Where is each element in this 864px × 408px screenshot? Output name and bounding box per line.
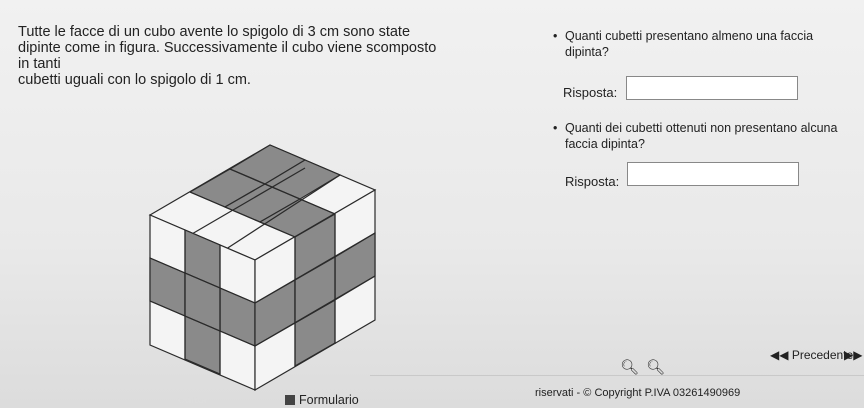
painted-cube-figure: [148, 144, 377, 392]
question-line-4: cubetti uguali con lo spigolo di 1 cm.: [18, 72, 251, 88]
formulario-icon: [285, 395, 295, 405]
question-line-3: in tanti: [18, 56, 61, 72]
question-line-2: dipinte come in figura. Successivamente …: [18, 40, 437, 56]
formulario-link[interactable]: Formulario: [285, 393, 359, 407]
previous-button[interactable]: ◀◀ Precedente: [770, 348, 853, 362]
double-chevron-left-icon: ◀◀: [770, 348, 789, 362]
item-1-answer-label: Risposta:: [563, 85, 618, 100]
item-1-answer-input[interactable]: [626, 76, 798, 100]
question-text: Tutte le facce di un cubo avente lo spig…: [18, 24, 488, 88]
next-button[interactable]: ▶▶: [844, 348, 862, 362]
zoom-out-icon[interactable]: 🔍︎: [620, 358, 639, 376]
bottom-divider: [370, 375, 864, 376]
item-1-question: Quanti cubetti presentano almeno una fac…: [553, 28, 813, 60]
item-2-question: Quanti dei cubetti ottenuti non presenta…: [553, 120, 837, 152]
zoom-in-icon[interactable]: 🔍︎: [646, 358, 665, 376]
item-2-answer-label: Risposta:: [565, 174, 620, 189]
editor-link[interactable]: editor: [178, 392, 208, 406]
item-2-answer-input[interactable]: [627, 162, 799, 186]
question-line-1: Tutte le facce di un cubo avente lo spig…: [18, 24, 411, 40]
copyright-text: riservati - © Copyright P.IVA 0326149096…: [535, 387, 741, 399]
